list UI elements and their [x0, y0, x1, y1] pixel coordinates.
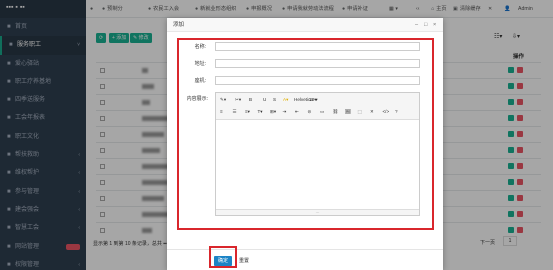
dialog-header: 添加 – □ ×	[167, 18, 443, 32]
dialog-title: 添加	[173, 22, 185, 28]
confirm-highlight-box	[209, 246, 237, 268]
reset-button[interactable]: 重置	[236, 256, 252, 266]
minimize-icon[interactable]: –	[415, 18, 418, 32]
maximize-icon[interactable]: □	[424, 18, 427, 32]
close-icon[interactable]: ×	[433, 18, 436, 32]
form-highlight-box	[177, 38, 434, 230]
